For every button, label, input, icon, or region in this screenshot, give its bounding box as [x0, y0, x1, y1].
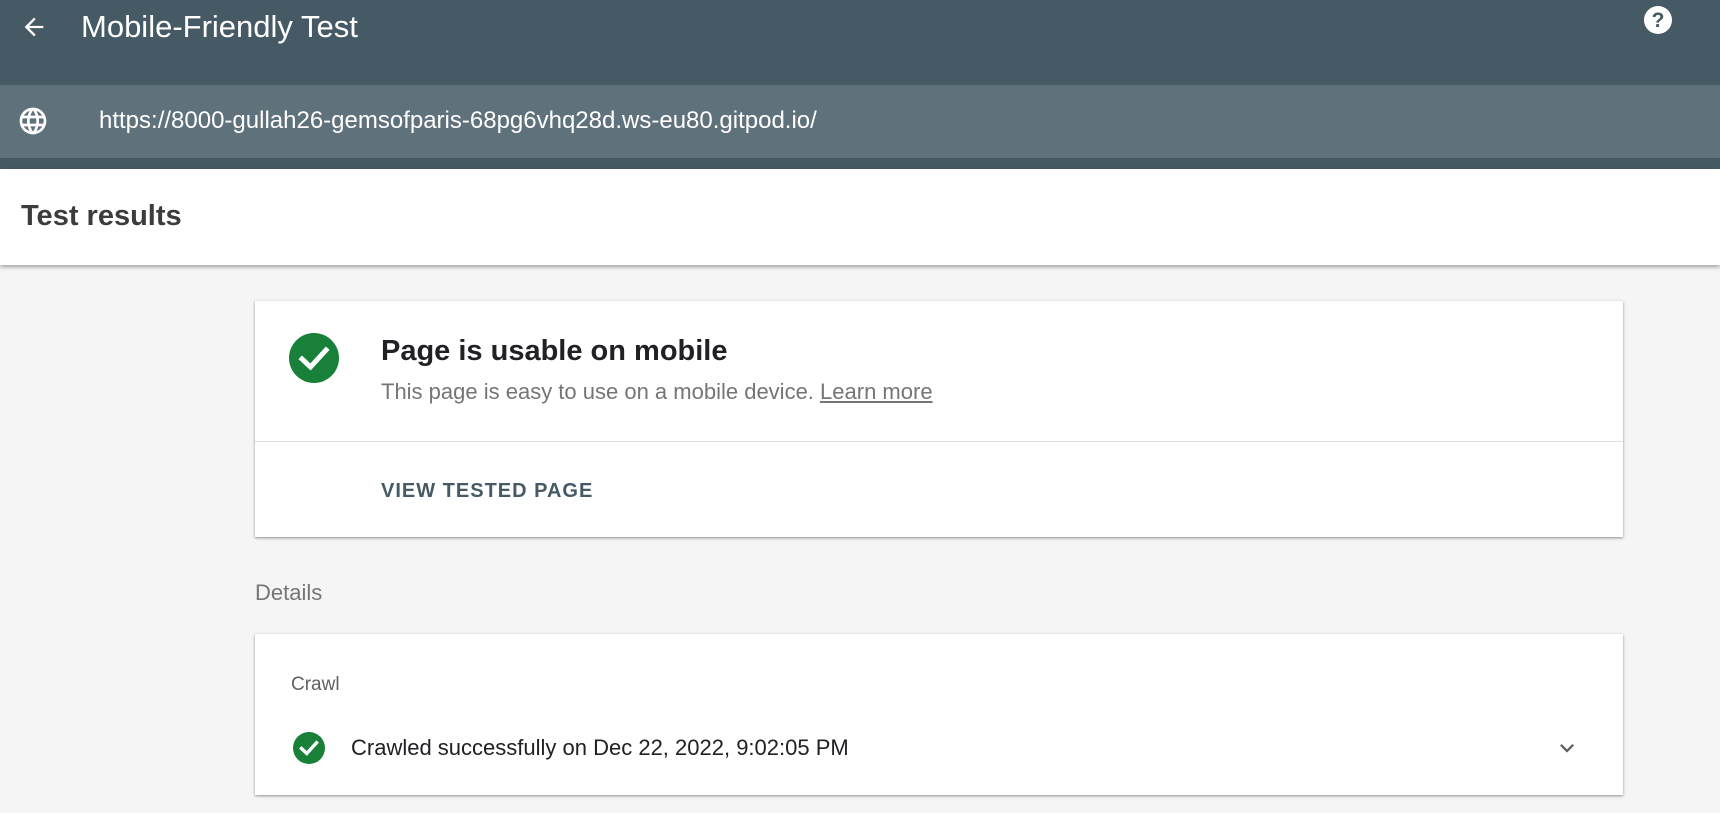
app-header: Mobile-Friendly Test ? — [0, 0, 1720, 85]
arrow-back-icon — [24, 17, 44, 37]
usability-description: This page is easy to use on a mobile dev… — [381, 377, 933, 407]
back-button[interactable] — [16, 9, 52, 45]
crawl-status: Crawled successfully on Dec 22, 2022, 9:… — [351, 735, 849, 760]
crawl-label: Crawl — [291, 674, 340, 695]
results-title: Test results — [21, 200, 182, 232]
tested-url: https://8000-gullah26-gemsofparis-68pg6v… — [99, 107, 817, 134]
results-header: Test results — [0, 169, 1720, 265]
crawl-card: Crawl Crawled successfully on Dec 22, 20… — [255, 634, 1623, 795]
view-tested-page-button[interactable]: VIEW TESTED PAGE — [381, 476, 593, 506]
learn-more-link[interactable]: Learn more — [820, 379, 933, 404]
help-icon: ? — [1644, 6, 1672, 34]
url-bar-strip — [0, 158, 1720, 169]
details-heading: Details — [255, 580, 323, 605]
help-button[interactable]: ? — [1641, 3, 1675, 37]
check-circle-icon — [293, 732, 325, 764]
app-title: Mobile-Friendly Test — [81, 9, 358, 44]
chevron-down-icon — [1560, 744, 1574, 753]
check-circle-icon — [289, 333, 339, 383]
svg-text:?: ? — [1652, 9, 1665, 32]
usability-description-text: This page is easy to use on a mobile dev… — [381, 379, 814, 404]
usability-verdict: Page is usable on mobile — [381, 335, 728, 367]
usability-card: Page is usable on mobile This page is ea… — [255, 301, 1623, 537]
globe-icon — [19, 107, 47, 135]
expand-crawl-button[interactable] — [1551, 732, 1583, 764]
divider — [255, 441, 1623, 442]
